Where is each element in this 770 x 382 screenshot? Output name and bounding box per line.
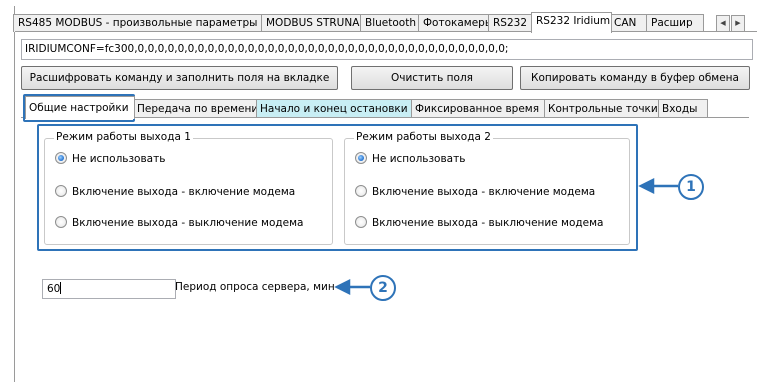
settings-panel: RS485 MODBUS - произвольные параметры MO… — [13, 6, 770, 382]
callout-2-badge: 2 — [370, 275, 396, 301]
callout-arrows — [334, 177, 678, 296]
callout-1-arrowhead-icon — [638, 177, 655, 195]
callout-1-badge: 1 — [678, 174, 704, 200]
callout-2-arrowhead-icon — [334, 278, 351, 296]
tab-rs232-iridium[interactable]: RS232 Iridium — [531, 12, 612, 33]
tab-general-settings[interactable]: Общие настройки — [25, 96, 135, 119]
